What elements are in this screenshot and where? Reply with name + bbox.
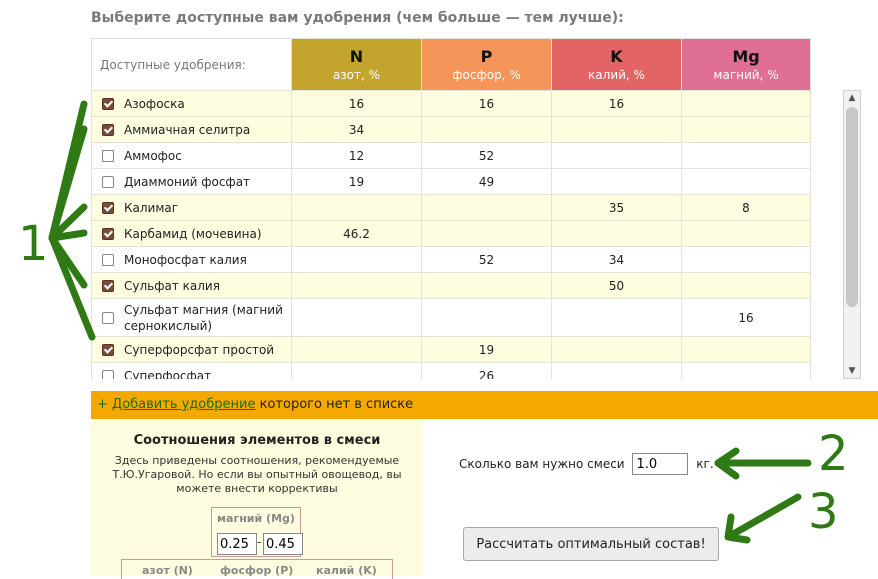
arrow-2-icon: [714, 447, 812, 480]
arrow-3-icon: [724, 493, 802, 544]
annotation-arrows: [48, 100, 812, 544]
annotation-number-2: 2: [818, 426, 849, 482]
annotation-number-1: 1: [18, 216, 49, 272]
arrow-1-d-icon: [48, 229, 88, 242]
annotation-number-3: 3: [808, 484, 839, 540]
